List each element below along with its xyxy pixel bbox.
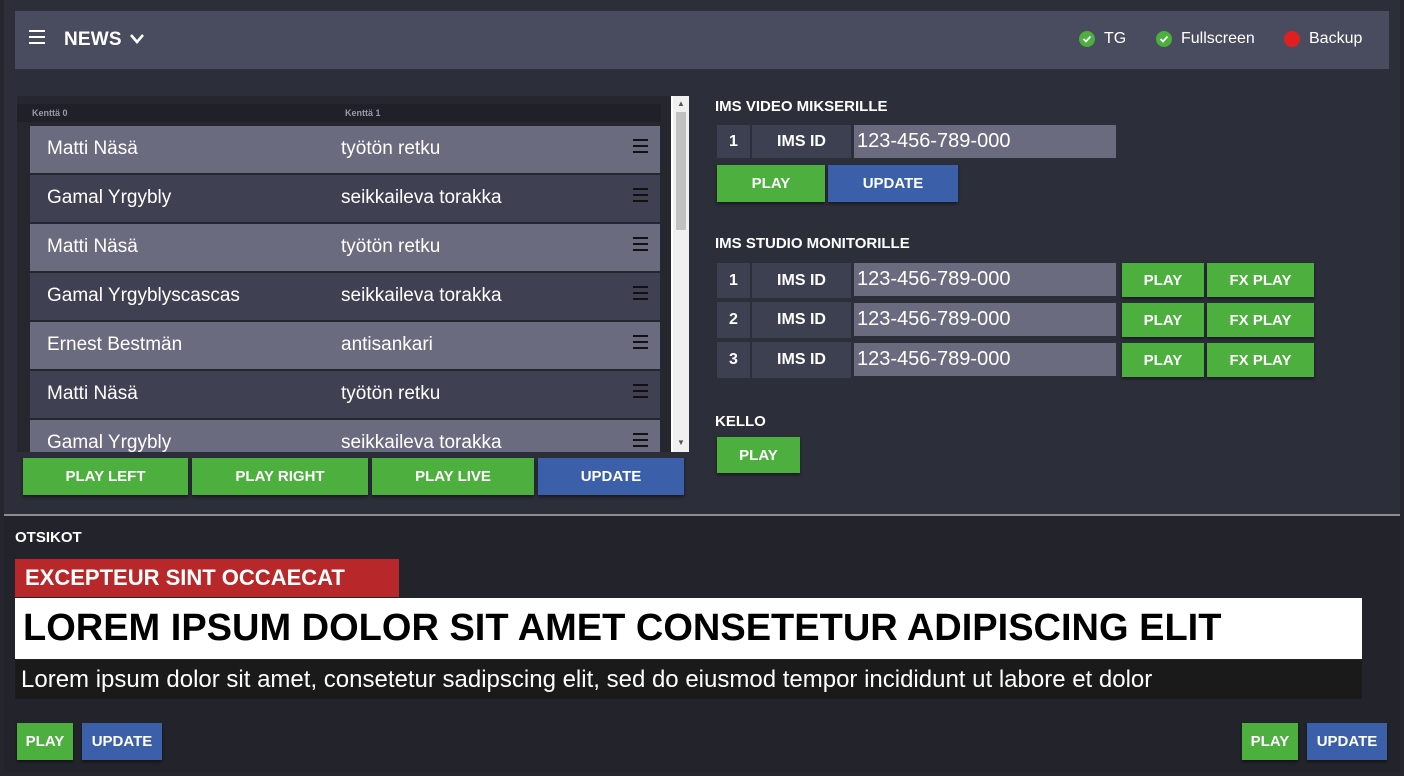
drag-handle-icon[interactable] [633,335,648,353]
studio-fx-play-button[interactable]: FX PLAY [1207,263,1314,297]
row-role: työtön retku [341,138,441,159]
status-fullscreen: Fullscreen [1156,30,1255,48]
studio-play-button[interactable]: PLAY [1122,263,1204,297]
row-index: 2 [717,302,750,338]
row-name: Matti Näsä [47,383,138,404]
row-index: 1 [717,125,750,158]
list-row[interactable]: Gamal Yrgybly seikkaileva torakka [30,175,660,222]
ims-id-input[interactable]: 123-456-789-000 [854,125,1116,158]
row-name: Matti Näsä [47,236,138,257]
row-role: työtön retku [341,383,441,404]
list-row[interactable]: Ernest Bestmän antisankari [30,322,660,369]
play-live-button[interactable]: PLAY LIVE [372,458,534,495]
ims-id-input[interactable]: 123-456-789-000 [854,303,1116,336]
drag-handle-icon[interactable] [633,286,648,304]
status-backup: Backup [1284,30,1362,48]
drag-handle-icon[interactable] [633,237,648,255]
row-role: työtön retku [341,236,441,257]
name-list-panel: Kenttä 0 Kenttä 1 Matti Näsä työtön retk… [17,96,689,452]
row-role: antisankari [341,334,433,355]
check-icon [1079,31,1095,47]
row-name: Gamal Yrgybly [47,432,172,452]
chevron-down-icon[interactable] [129,33,145,45]
app-title[interactable]: NEWS [64,29,122,51]
drag-handle-icon[interactable] [633,188,648,206]
list-row[interactable]: Matti Näsä työtön retku [30,126,660,173]
list-header: Kenttä 0 Kenttä 1 [17,104,661,122]
status-tg: TG [1079,30,1126,48]
row-role: seikkaileva torakka [341,432,502,452]
ims-id-label: IMS ID [752,342,851,378]
list-row[interactable]: Matti Näsä työtön retku [30,224,660,271]
row-role: seikkaileva torakka [341,187,502,208]
otsikot-right-play-button[interactable]: PLAY [1242,723,1298,760]
scroll-down-icon[interactable]: ▼ [677,438,685,447]
list-row[interactable]: Matti Näsä työtön retku [30,371,660,418]
studio-fx-play-button[interactable]: FX PLAY [1207,343,1314,377]
play-right-button[interactable]: PLAY RIGHT [192,458,368,495]
ims-id-label: IMS ID [752,302,851,338]
status-label: Backup [1309,30,1363,47]
name-list[interactable]: Kenttä 0 Kenttä 1 Matti Näsä työtön retk… [17,96,671,452]
otsikot-play-button[interactable]: PLAY [17,723,73,760]
studio-play-button[interactable]: PLAY [1122,343,1204,377]
hamburger-menu-icon[interactable] [29,30,45,50]
check-icon [1156,31,1172,47]
top-bar: NEWS TG Fullscreen Backup [15,11,1389,69]
ims-video-play-button[interactable]: PLAY [717,165,825,202]
drag-handle-icon[interactable] [633,384,648,402]
status-label: Fullscreen [1181,30,1255,47]
otsikot-update-button[interactable]: UPDATE [82,723,162,760]
list-row[interactable]: Gamal Yrgybly seikkaileva torakka [30,420,660,452]
list-scrollbar[interactable]: ▲ ▼ [673,96,689,452]
scroll-up-icon[interactable]: ▲ [677,99,685,108]
ims-studio-title: IMS STUDIO MONITORILLE [715,235,910,252]
list-update-button[interactable]: UPDATE [538,458,684,495]
column-header: Kenttä 0 [32,108,68,118]
subline-banner: Lorem ipsum dolor sit amet, consetetur s… [15,660,1362,699]
kello-title: KELLO [715,413,766,430]
row-index: 1 [717,263,750,298]
drag-handle-icon[interactable] [633,139,648,157]
ims-id-label: IMS ID [752,125,851,158]
otsikot-title: OTSIKOT [15,529,82,546]
otsikot-right-update-button[interactable]: UPDATE [1307,723,1387,760]
ims-id-label: IMS ID [752,263,851,298]
error-dot-icon [1284,31,1300,47]
kello-play-button[interactable]: PLAY [717,437,800,473]
studio-play-button[interactable]: PLAY [1122,303,1204,337]
column-header: Kenttä 1 [345,108,381,118]
row-name: Gamal Yrgyblyscascas [47,285,240,306]
ims-id-input[interactable]: 123-456-789-000 [854,263,1116,296]
ims-video-title: IMS VIDEO MIKSERILLE [715,98,888,115]
row-name: Gamal Yrgybly [47,187,172,208]
play-left-button[interactable]: PLAY LEFT [23,458,188,495]
list-row[interactable]: Gamal Yrgyblyscascas seikkaileva torakka [30,273,660,320]
kicker-banner: EXCEPTEUR SINT OCCAECAT [15,559,399,597]
drag-handle-icon[interactable] [633,433,648,451]
status-label: TG [1104,30,1127,47]
row-name: Matti Näsä [47,138,138,159]
scroll-thumb[interactable] [676,112,686,230]
ims-video-update-button[interactable]: UPDATE [828,165,958,202]
studio-fx-play-button[interactable]: FX PLAY [1207,303,1314,337]
row-role: seikkaileva torakka [341,285,502,306]
row-name: Ernest Bestmän [47,334,183,355]
headline-banner: LOREM IPSUM DOLOR SIT AMET CONSETETUR AD… [15,598,1362,659]
row-index: 3 [717,342,750,378]
ims-id-input[interactable]: 123-456-789-000 [854,343,1116,376]
